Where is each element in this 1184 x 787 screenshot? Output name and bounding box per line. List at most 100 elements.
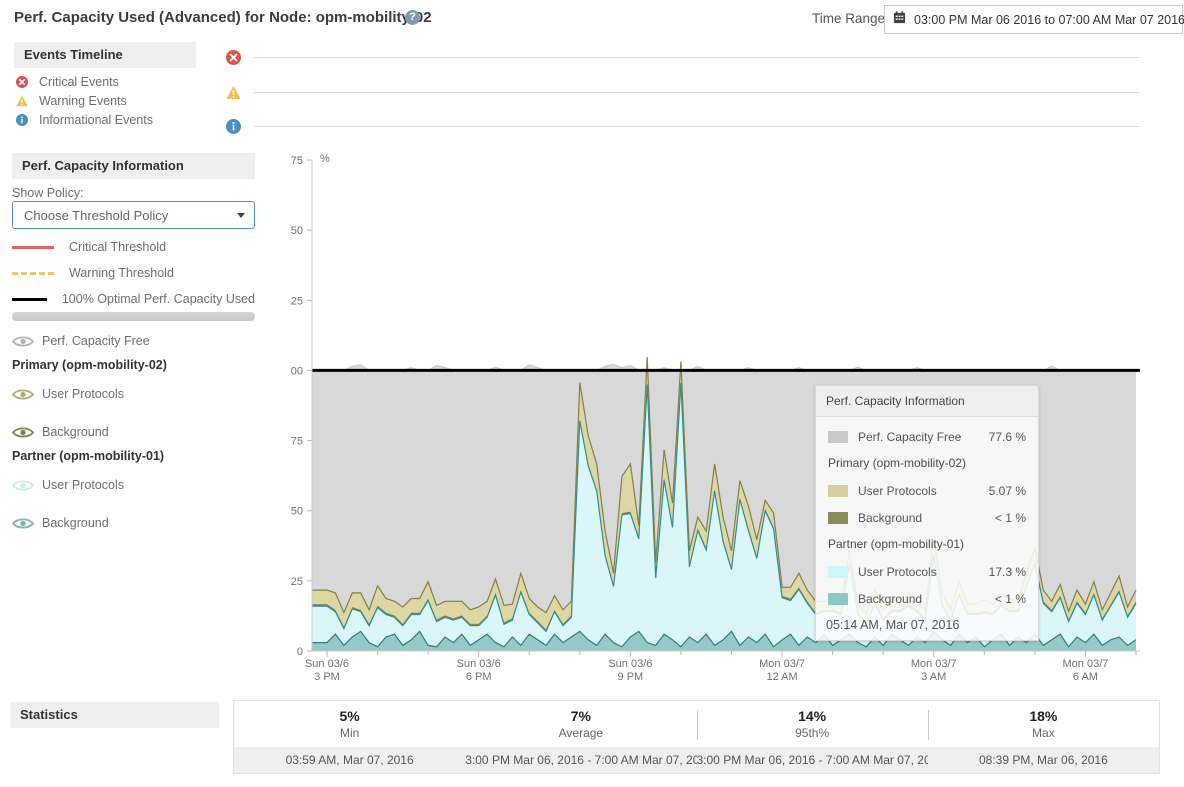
series-toggle-user-protocols[interactable]: User Protocols — [12, 384, 255, 404]
svg-text:Mon 03/712 AM: Mon 03/712 AM — [759, 658, 805, 683]
series-toggle-label: User Protocols — [42, 387, 124, 401]
tooltip-series-label: User Protocols — [858, 565, 989, 579]
critical-events-track — [253, 57, 1140, 58]
policy-select-value: Choose Threshold Policy — [24, 208, 227, 223]
stat-value: 18% — [928, 708, 1159, 724]
stat-max: 18%Max — [928, 701, 1159, 747]
statistics-values-row: 5%Min7%Average14%95th%18%Max — [234, 701, 1159, 747]
stat-detail: 3:00 PM Mar 06, 2016 - 7:00 AM Mar 07, 2… — [465, 747, 696, 773]
stat-95th: 14% 95th% — [697, 701, 928, 747]
events-timeline-header: Events Timeline — [14, 42, 196, 68]
series-toggle-label: Background — [42, 425, 109, 439]
threshold-line-swatch — [12, 298, 47, 301]
capacity-info-header: Perf. Capacity Information — [12, 153, 255, 179]
events-legend: Critical Events Warning Events Information… — [16, 72, 153, 129]
statistics-details-row: 03:59 AM, Mar 07, 20163:00 PM Mar 06, 20… — [234, 747, 1159, 773]
threshold-legend-item: 100% Optimal Perf. Capacity Used — [12, 292, 255, 306]
threshold-line-swatch — [12, 246, 54, 249]
svg-text:100: 100 — [290, 365, 303, 377]
show-policy-label: Show Policy: — [12, 186, 84, 200]
stat-detail: 3:00 PM Mar 06, 2016 - 7:00 AM Mar 07, 2… — [697, 747, 928, 773]
stat-value: 7% — [465, 708, 696, 724]
series-color-swatch — [828, 593, 848, 605]
eye-icon — [12, 426, 34, 439]
events-legend-item: Warning Events — [16, 91, 153, 110]
tooltip-rows: Perf. Capacity Free77.6 %Primary (opm-mo… — [816, 417, 1038, 614]
calendar-icon — [893, 11, 906, 29]
series-toggle-label: Background — [42, 516, 109, 530]
info-events-track — [253, 126, 1140, 127]
series-toggle-background[interactable]: Background — [12, 422, 255, 442]
tooltip-series-label: Perf. Capacity Free — [858, 430, 989, 444]
page-title: Perf. Capacity Used (Advanced) for Node:… — [14, 9, 432, 26]
statistics-header: Statistics — [10, 702, 219, 728]
eye-icon — [12, 335, 34, 348]
svg-text:Mon 03/76 AM: Mon 03/76 AM — [1063, 658, 1109, 683]
tooltip-series-value: < 1 % — [995, 511, 1026, 525]
events-legend-label: Informational Events — [39, 113, 153, 127]
series-color-swatch — [828, 485, 848, 497]
eye-icon — [12, 517, 34, 530]
series-toggle-label: User Protocols — [42, 478, 124, 492]
series-color-swatch — [828, 512, 848, 524]
series-toggle-label: Perf. Capacity Free — [42, 334, 150, 348]
panel-scrollbar[interactable] — [12, 312, 255, 321]
svg-text:50: 50 — [291, 506, 303, 518]
svg-text:Sun 03/69 PM: Sun 03/69 PM — [608, 658, 652, 683]
warning-events-track — [253, 92, 1140, 93]
threshold-label: Warning Threshold — [69, 266, 174, 280]
events-legend-item: Critical Events — [16, 72, 153, 91]
series-group-header: Primary (opm-mobility-02) — [12, 358, 255, 376]
svg-text:Sun 03/66 PM: Sun 03/66 PM — [457, 658, 501, 683]
tooltip-group-label: Partner (opm-mobility-01) — [828, 531, 1026, 558]
info-icon — [16, 114, 28, 126]
tooltip-series-value: 5.07 % — [989, 484, 1026, 498]
tooltip-series-value: < 1 % — [995, 592, 1026, 606]
eye-icon — [12, 479, 34, 492]
svg-text:25: 25 — [291, 576, 303, 588]
series-color-swatch — [828, 566, 848, 578]
tooltip-series-row: User Protocols17.3 % — [828, 558, 1026, 585]
series-toggle-perf-capacity-free[interactable]: Perf. Capacity Free — [12, 331, 255, 351]
tooltip-series-row: Background< 1 % — [828, 504, 1026, 531]
tooltip-series-value: 77.6 % — [989, 430, 1026, 444]
svg-text:Mon 03/73 AM: Mon 03/73 AM — [911, 658, 957, 683]
events-legend-label: Critical Events — [39, 75, 119, 89]
tooltip-series-label: User Protocols — [858, 484, 989, 498]
stat-average: 7%Average — [465, 701, 696, 747]
series-toggle-user-protocols[interactable]: User Protocols — [12, 475, 255, 495]
chart-tooltip: Perf. Capacity Information Perf. Capacit… — [815, 385, 1039, 641]
help-icon[interactable]: ? — [405, 10, 420, 25]
svg-text:Sun 03/63 PM: Sun 03/63 PM — [305, 658, 349, 683]
tooltip-series-row: Perf. Capacity Free77.6 % — [828, 423, 1026, 450]
threshold-legend: Critical Threshold Warning Threshold 100% … — [12, 240, 255, 318]
tooltip-group-label: Primary (opm-mobility-02) — [828, 450, 1026, 477]
chevron-down-icon — [237, 213, 245, 218]
series-color-swatch — [828, 431, 848, 443]
tooltip-header: Perf. Capacity Information — [816, 386, 1038, 417]
time-range-value: 03:00 PM Mar 06 2016 to 07:00 AM Mar 07 … — [914, 13, 1184, 27]
stat-value: 14% — [697, 708, 928, 724]
tooltip-series-value: 17.3 % — [989, 565, 1026, 579]
tooltip-series-label: Background — [858, 592, 995, 606]
stat-label: 95th% — [697, 726, 928, 740]
eye-icon — [12, 388, 34, 401]
svg-text:150: 150 — [290, 225, 303, 237]
tooltip-series-row: Background< 1 % — [828, 585, 1026, 612]
threshold-line-swatch — [12, 272, 54, 275]
stat-detail: 03:59 AM, Mar 07, 2016 — [234, 747, 465, 773]
stat-value: 5% — [234, 708, 465, 724]
threshold-legend-item: Critical Threshold — [12, 240, 255, 254]
stat-detail: 08:39 PM, Mar 06, 2016 — [928, 747, 1159, 773]
time-range-label: Time Range — [812, 11, 885, 26]
series-toggle-background[interactable]: Background — [12, 513, 255, 533]
threshold-policy-select[interactable]: Choose Threshold Policy — [12, 201, 255, 229]
threshold-label: 100% Optimal Perf. Capacity Used — [62, 292, 255, 306]
statistics-panel: 5%Min7%Average14%95th%18%Max 03:59 AM, M… — [233, 700, 1160, 774]
critical-track-icon — [226, 50, 241, 65]
time-range-picker[interactable]: 03:00 PM Mar 06 2016 to 07:00 AM Mar 07 … — [884, 5, 1183, 34]
series-toggles: Perf. Capacity Free Primary (opm-mobility… — [12, 331, 255, 540]
svg-text:0: 0 — [297, 646, 303, 658]
warning-icon — [16, 95, 28, 107]
svg-text:175: 175 — [290, 155, 303, 167]
